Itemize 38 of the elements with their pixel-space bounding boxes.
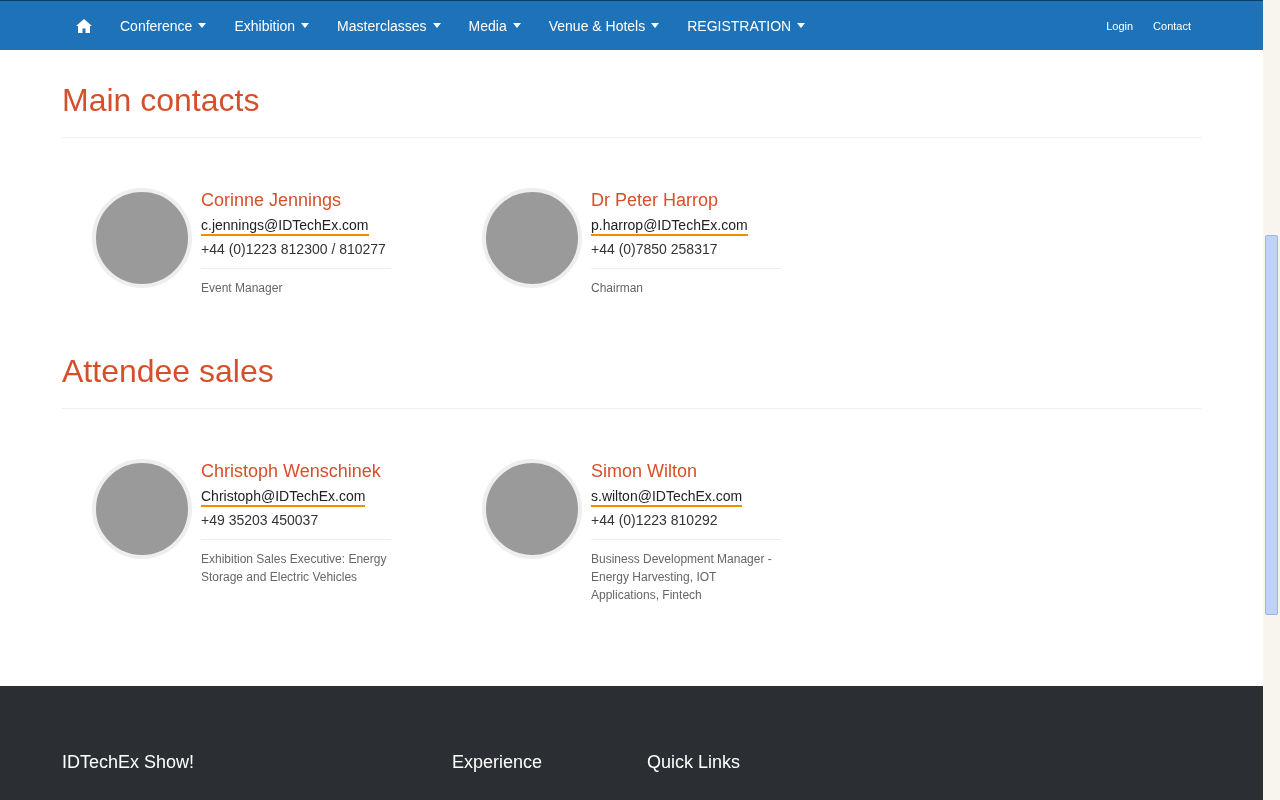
section-heading: Main contacts: [62, 81, 261, 120]
nav-menu-item[interactable]: Venue & Hotels: [534, 17, 674, 34]
footer-heading: Quick Links: [647, 752, 742, 773]
contact-name: Corinne Jennings: [201, 189, 343, 211]
nav-menu-item[interactable]: Media: [454, 17, 535, 34]
caret-icon: [651, 23, 660, 28]
nav-menu-item[interactable]: Exhibition: [220, 17, 324, 34]
footer-heading: Experience: [452, 752, 544, 773]
section-heading: Attendee sales: [62, 352, 275, 391]
phone-number: +49 35203 450037: [201, 511, 320, 529]
caret-icon: [301, 23, 310, 28]
contact-name: Dr Peter Harrop: [591, 189, 720, 211]
email-link[interactable]: Christoph@IDTechEx.com: [201, 487, 366, 507]
nav-link[interactable]: Login: [1096, 19, 1144, 32]
home-icon: [76, 18, 92, 33]
footer-heading: IDTechEx Show!: [62, 752, 196, 773]
caret-icon: [512, 23, 521, 28]
scrollbar[interactable]: [1263, 0, 1280, 800]
job-title: Business Development Manager - Energy Harvesting, IOT Applications, Fintech: [591, 539, 781, 604]
phone-number: +44 (0)1223 812300 / 810277: [201, 240, 387, 258]
nav-menu-item[interactable]: REGISTRATION: [673, 17, 820, 34]
caret-icon: [797, 23, 806, 28]
nav-menu-item[interactable]: Conference: [106, 17, 221, 34]
phone-number: +44 (0)1223 810292: [591, 511, 719, 529]
phone-number: +44 (0)7850 258317: [591, 240, 719, 258]
nav-link[interactable]: Contact: [1143, 19, 1201, 32]
contact-name: Simon Wilton: [591, 460, 699, 482]
email-link[interactable]: c.jennings@IDTechEx.com: [201, 216, 369, 236]
job-title: Event Manager: [201, 268, 391, 297]
job-title: Chairman: [591, 268, 781, 297]
caret-icon: [432, 23, 441, 28]
email-link[interactable]: p.harrop@IDTechEx.com: [591, 216, 748, 236]
job-title: Exhibition Sales Executive: Energy Storage and Electric Vehicles: [201, 539, 391, 586]
nav-menu-item[interactable]: Masterclasses: [323, 17, 455, 34]
email-link[interactable]: s.wilton@IDTechEx.com: [591, 487, 743, 507]
caret-icon: [198, 23, 207, 28]
contact-name: Christoph Wenschinek: [201, 460, 382, 482]
scrollbar-thumb[interactable]: [1265, 235, 1278, 615]
